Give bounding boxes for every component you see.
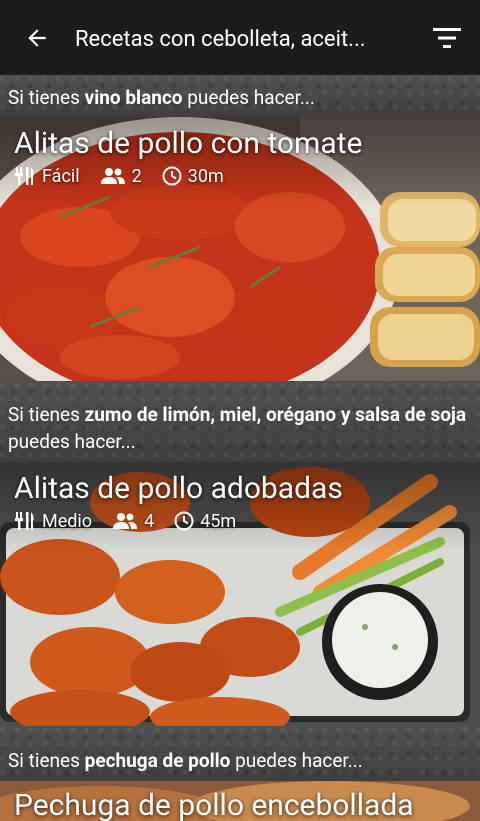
people-icon — [113, 513, 138, 529]
recipe-card[interactable]: Pechuga de pollo encebollada — [0, 781, 480, 821]
time-label: 45m — [200, 510, 237, 532]
servings-label: 2 — [131, 165, 142, 187]
ingredient-names: vino blanco — [84, 86, 183, 109]
recipe-card[interactable]: Alitas de pollo adobadas Medio 4 45m — [0, 462, 480, 726]
difficulty-label: Fácil — [42, 165, 80, 187]
clock-icon — [174, 511, 194, 531]
app-bar: Recetas con cebolleta, aceit... — [0, 0, 480, 75]
clock-icon — [162, 166, 182, 186]
recipe-meta: Fácil 2 30m — [14, 163, 244, 189]
time-label: 30m — [187, 165, 224, 187]
ingredient-hint: Si tienes vino blanco puedes hacer... — [8, 86, 315, 109]
ingredient-names: pechuga de pollo — [84, 749, 231, 772]
ingredient-names: zumo de limón, miel, orégano y salsa de … — [84, 403, 467, 426]
page-title: Recetas con cebolleta, aceit... — [75, 27, 366, 52]
recipe-title: Alitas de pollo adobadas — [14, 471, 343, 506]
difficulty-label: Medio — [42, 510, 93, 532]
utensils-icon — [15, 512, 34, 530]
utensils-icon — [15, 167, 34, 185]
recipe-card[interactable]: Alitas de pollo con tomate Fácil 2 30m — [0, 117, 480, 381]
recipe-title: Pechuga de pollo encebollada — [14, 788, 414, 821]
ingredient-hint: Si tienes zumo de limón, miel, orégano y… — [8, 403, 467, 453]
recipe-title: Alitas de pollo con tomate — [14, 126, 363, 161]
recipe-meta: Medio 4 45m — [14, 508, 256, 534]
people-icon — [100, 168, 125, 184]
ingredient-hint: Si tienes pechuga de pollo puedes hacer.… — [8, 749, 363, 772]
servings-label: 4 — [144, 510, 155, 532]
arrow-back-icon[interactable] — [24, 25, 50, 51]
filter-list-icon[interactable] — [432, 26, 462, 50]
